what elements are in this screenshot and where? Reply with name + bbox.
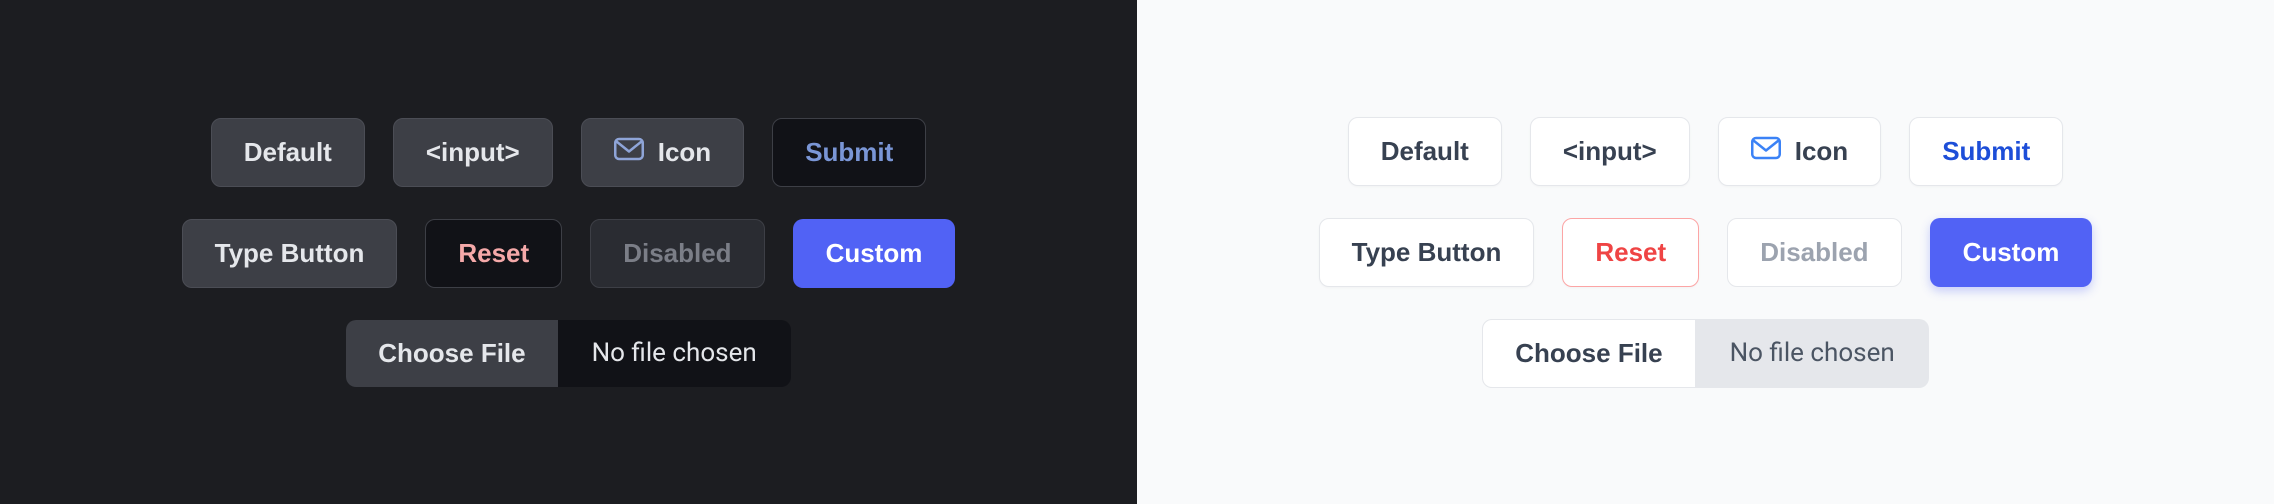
button-row-2: Type Button Reset Disabled Custom — [182, 219, 956, 288]
disabled-button: Disabled — [1727, 218, 1901, 287]
light-theme-panel: Default <input> Icon Submit Type Button … — [1137, 0, 2274, 504]
icon-button[interactable]: Icon — [581, 118, 744, 187]
button-row-1: Default <input> Icon Submit — [211, 118, 927, 187]
choose-file-label: Choose File — [378, 338, 525, 368]
disabled-button-label: Disabled — [1760, 237, 1868, 268]
type-button-label: Type Button — [215, 238, 365, 269]
icon-button-label: Icon — [1795, 136, 1848, 167]
disabled-button-label: Disabled — [623, 238, 731, 269]
icon-button-label: Icon — [658, 137, 711, 168]
disabled-button: Disabled — [590, 219, 764, 288]
custom-button-label: Custom — [826, 238, 923, 269]
file-status-label: No file chosen — [1696, 319, 1929, 388]
submit-button-label: Submit — [1942, 136, 2030, 167]
default-button-label: Default — [1381, 136, 1469, 167]
reset-button-label: Reset — [458, 238, 529, 269]
choose-file-button[interactable]: Choose File — [346, 320, 557, 387]
choose-file-label: Choose File — [1515, 338, 1662, 368]
default-button[interactable]: Default — [211, 118, 365, 187]
custom-button[interactable]: Custom — [793, 219, 956, 288]
submit-button[interactable]: Submit — [1909, 117, 2063, 186]
choose-file-button[interactable]: Choose File — [1482, 319, 1695, 388]
file-row: Choose File No file chosen — [1482, 319, 1928, 388]
type-button-label: Type Button — [1352, 237, 1502, 268]
mail-icon — [614, 137, 644, 168]
file-status-label: No file chosen — [558, 320, 791, 387]
dark-theme-panel: Default <input> Icon Submit Type Button … — [0, 0, 1137, 504]
reset-button-label: Reset — [1595, 237, 1666, 268]
file-row: Choose File No file chosen — [346, 320, 790, 387]
custom-button[interactable]: Custom — [1930, 218, 2093, 287]
icon-button[interactable]: Icon — [1718, 117, 1881, 186]
submit-button-label: Submit — [805, 137, 893, 168]
default-button-label: Default — [244, 137, 332, 168]
default-button[interactable]: Default — [1348, 117, 1502, 186]
file-input[interactable]: Choose File No file chosen — [1482, 319, 1928, 388]
type-button[interactable]: Type Button — [182, 219, 398, 288]
input-button-label: <input> — [426, 137, 520, 168]
input-button-label: <input> — [1563, 136, 1657, 167]
button-row-1: Default <input> Icon Submit — [1348, 117, 2064, 186]
type-button[interactable]: Type Button — [1319, 218, 1535, 287]
input-button[interactable]: <input> — [393, 118, 553, 187]
submit-button[interactable]: Submit — [772, 118, 926, 187]
reset-button[interactable]: Reset — [1562, 218, 1699, 287]
custom-button-label: Custom — [1963, 237, 2060, 268]
file-input[interactable]: Choose File No file chosen — [346, 320, 790, 387]
input-button[interactable]: <input> — [1530, 117, 1690, 186]
button-row-2: Type Button Reset Disabled Custom — [1319, 218, 2093, 287]
mail-icon — [1751, 136, 1781, 167]
reset-button[interactable]: Reset — [425, 219, 562, 288]
